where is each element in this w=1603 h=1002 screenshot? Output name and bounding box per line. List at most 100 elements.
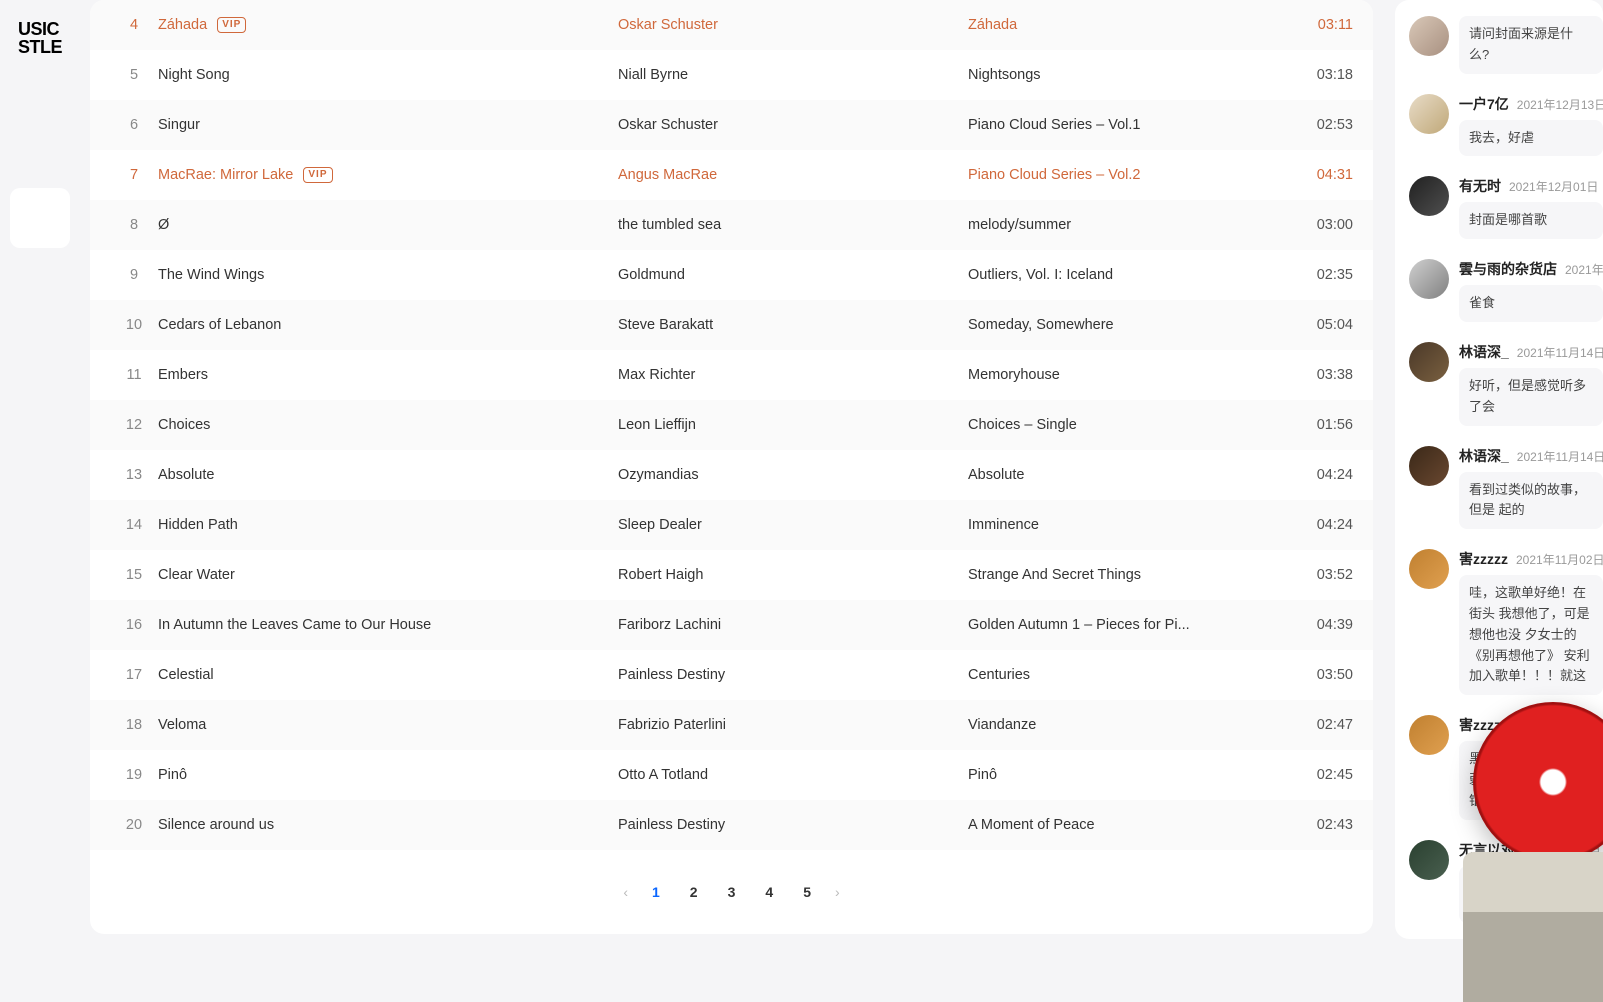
nav-card[interactable] xyxy=(10,188,70,248)
track-row[interactable]: 7MacRae: Mirror LakeVIPAngus MacRaePiano… xyxy=(90,150,1373,200)
track-title-cell[interactable]: Clear Water xyxy=(158,567,618,583)
track-title-cell[interactable]: Embers xyxy=(158,367,618,383)
track-album[interactable]: Viandanze xyxy=(968,717,1293,733)
page-next[interactable]: › xyxy=(835,884,840,900)
avatar[interactable] xyxy=(1409,342,1449,382)
track-title-cell[interactable]: Veloma xyxy=(158,717,618,733)
track-artist[interactable]: Oskar Schuster xyxy=(618,17,968,33)
page-4[interactable]: 4 xyxy=(759,880,779,904)
comment-item[interactable]: 有无时2021年12月01日封面是哪首歌 xyxy=(1395,166,1603,249)
track-title-cell[interactable]: Ø xyxy=(158,217,618,233)
track-row[interactable]: 16In Autumn the Leaves Came to Our House… xyxy=(90,600,1373,650)
avatar[interactable] xyxy=(1409,446,1449,486)
track-album[interactable]: Absolute xyxy=(968,467,1293,483)
page-3[interactable]: 3 xyxy=(722,880,742,904)
track-title-cell[interactable]: Night Song xyxy=(158,67,618,83)
track-artist[interactable]: Niall Byrne xyxy=(618,67,968,83)
track-row[interactable]: 15Clear WaterRobert HaighStrange And Sec… xyxy=(90,550,1373,600)
track-title-cell[interactable]: Pinô xyxy=(158,767,618,783)
track-row[interactable]: 20Silence around usPainless DestinyA Mom… xyxy=(90,800,1373,850)
track-album[interactable]: Pinô xyxy=(968,767,1293,783)
track-row[interactable]: 9The Wind WingsGoldmundOutliers, Vol. I:… xyxy=(90,250,1373,300)
avatar[interactable] xyxy=(1409,715,1449,755)
track-artist[interactable]: the tumbled sea xyxy=(618,217,968,233)
track-row[interactable]: 14Hidden PathSleep DealerImminence04:24 xyxy=(90,500,1373,550)
track-album[interactable]: A Moment of Peace xyxy=(968,817,1293,833)
page-2[interactable]: 2 xyxy=(684,880,704,904)
track-artist[interactable]: Steve Barakatt xyxy=(618,317,968,333)
track-row[interactable]: 10Cedars of LebanonSteve BarakattSomeday… xyxy=(90,300,1373,350)
comment-item[interactable]: 害zzzzz2021年11月02日哇，这歌单好绝！在街头 我想他了，可是想他也没… xyxy=(1395,539,1603,705)
comment-user[interactable]: 林语深_ xyxy=(1459,342,1509,362)
track-artist[interactable]: Painless Destiny xyxy=(618,667,968,683)
track-album[interactable]: Piano Cloud Series – Vol.2 xyxy=(968,167,1293,183)
track-row[interactable]: 5Night SongNiall ByrneNightsongs03:18 xyxy=(90,50,1373,100)
track-album[interactable]: Záhada xyxy=(968,17,1293,33)
track-album[interactable]: Someday, Somewhere xyxy=(968,317,1293,333)
track-title-cell[interactable]: Celestial xyxy=(158,667,618,683)
comment-user[interactable]: 有无时 xyxy=(1459,176,1501,196)
track-album[interactable]: Strange And Secret Things xyxy=(968,567,1293,583)
track-artist[interactable]: Ozymandias xyxy=(618,467,968,483)
track-album[interactable]: Piano Cloud Series – Vol.1 xyxy=(968,117,1293,133)
avatar[interactable] xyxy=(1409,549,1449,589)
avatar[interactable] xyxy=(1409,259,1449,299)
track-artist[interactable]: Oskar Schuster xyxy=(618,117,968,133)
comment-user[interactable]: 一户7亿 xyxy=(1459,94,1509,114)
avatar[interactable] xyxy=(1409,94,1449,134)
comment-item[interactable]: 一户7亿2021年12月13日我去，好虐 xyxy=(1395,84,1603,167)
avatar[interactable] xyxy=(1409,176,1449,216)
page-prev[interactable]: ‹ xyxy=(623,884,628,900)
page-5[interactable]: 5 xyxy=(797,880,817,904)
track-album[interactable]: Memoryhouse xyxy=(968,367,1293,383)
track-title-cell[interactable]: MacRae: Mirror LakeVIP xyxy=(158,167,618,183)
track-album[interactable]: Golden Autumn 1 – Pieces for Pi... xyxy=(968,617,1293,633)
track-artist[interactable]: Painless Destiny xyxy=(618,817,968,833)
comment-user[interactable]: 雲与雨的杂货店 xyxy=(1459,259,1557,279)
track-row[interactable]: 8Øthe tumbled seamelody/summer03:00 xyxy=(90,200,1373,250)
track-title-cell[interactable]: ZáhadaVIP xyxy=(158,17,618,33)
track-row[interactable]: 12ChoicesLeon LieffijnChoices – Single01… xyxy=(90,400,1373,450)
track-row[interactable]: 13AbsoluteOzymandiasAbsolute04:24 xyxy=(90,450,1373,500)
track-title-cell[interactable]: Absolute xyxy=(158,467,618,483)
avatar[interactable] xyxy=(1409,16,1449,56)
track-artist[interactable]: Sleep Dealer xyxy=(618,517,968,533)
track-artist[interactable]: Robert Haigh xyxy=(618,567,968,583)
track-artist[interactable]: Max Richter xyxy=(618,367,968,383)
track-title-cell[interactable]: In Autumn the Leaves Came to Our House xyxy=(158,617,618,633)
track-album[interactable]: melody/summer xyxy=(968,217,1293,233)
track-title-cell[interactable]: Choices xyxy=(158,417,618,433)
track-album[interactable]: Centuries xyxy=(968,667,1293,683)
track-title-cell[interactable]: Cedars of Lebanon xyxy=(158,317,618,333)
track-artist[interactable]: Fabrizio Paterlini xyxy=(618,717,968,733)
track-album[interactable]: Imminence xyxy=(968,517,1293,533)
track-artist[interactable]: Goldmund xyxy=(618,267,968,283)
comment-item[interactable]: 林语深_2021年11月14日好听，但是感觉听多了会 xyxy=(1395,332,1603,436)
track-title-cell[interactable]: The Wind Wings xyxy=(158,267,618,283)
page-1[interactable]: 1 xyxy=(646,880,666,904)
comment-item[interactable]: 请问封面来源是什么? xyxy=(1395,6,1603,84)
track-row[interactable]: 17CelestialPainless DestinyCenturies03:5… xyxy=(90,650,1373,700)
track-title-cell[interactable]: Singur xyxy=(158,117,618,133)
floating-image-widget[interactable] xyxy=(1463,852,1603,1002)
track-row[interactable]: 19PinôOtto A TotlandPinô02:45 xyxy=(90,750,1373,800)
track-artist[interactable]: Fariborz Lachini xyxy=(618,617,968,633)
track-title-cell[interactable]: Hidden Path xyxy=(158,517,618,533)
track-artist[interactable]: Leon Lieffijn xyxy=(618,417,968,433)
track-row[interactable]: 6SingurOskar SchusterPiano Cloud Series … xyxy=(90,100,1373,150)
comment-user[interactable]: 林语深_ xyxy=(1459,446,1509,466)
track-row[interactable]: 4ZáhadaVIPOskar SchusterZáhada03:11 xyxy=(90,0,1373,50)
avatar[interactable] xyxy=(1409,840,1449,880)
track-row[interactable]: 11EmbersMax RichterMemoryhouse03:38 xyxy=(90,350,1373,400)
track-artist[interactable]: Angus MacRae xyxy=(618,167,968,183)
comment-item[interactable]: 林语深_2021年11月14日看到过类似的故事，但是 起的 xyxy=(1395,436,1603,540)
logo[interactable]: USIC STLE xyxy=(18,20,62,56)
comment-user[interactable]: 害zzzzz xyxy=(1459,549,1508,569)
track-artist[interactable]: Otto A Totland xyxy=(618,767,968,783)
track-row[interactable]: 18VelomaFabrizio PaterliniViandanze02:47 xyxy=(90,700,1373,750)
track-album[interactable]: Choices – Single xyxy=(968,417,1293,433)
comment-item[interactable]: 雲与雨的杂货店2021年雀食 xyxy=(1395,249,1603,332)
track-album[interactable]: Outliers, Vol. I: Iceland xyxy=(968,267,1293,283)
track-title-cell[interactable]: Silence around us xyxy=(158,817,618,833)
track-album[interactable]: Nightsongs xyxy=(968,67,1293,83)
